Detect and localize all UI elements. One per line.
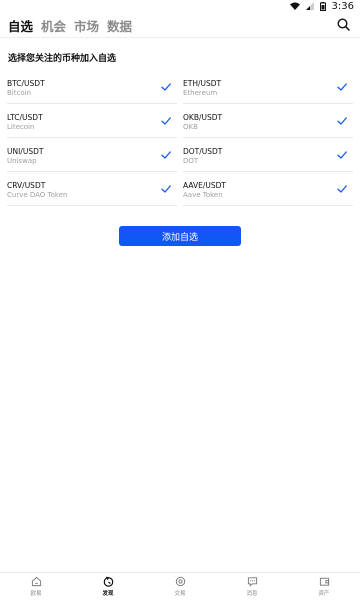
discover-icon	[103, 576, 113, 587]
nav-item-assets[interactable]: 资产	[294, 576, 354, 597]
section-title: 选择您关注的币种加入自选	[8, 54, 117, 64]
add-to-watchlist-button[interactable]: 添加自选	[119, 226, 241, 246]
tab-watchlist[interactable]: 自选	[8, 16, 33, 35]
coin-pair: LTC/USDT	[7, 113, 43, 122]
coin-name: Litecoin	[7, 123, 35, 131]
checkmark-icon[interactable]	[161, 82, 171, 92]
checkmark-icon[interactable]	[337, 150, 347, 160]
coin-name: DOT	[183, 157, 199, 165]
nav-label: 欧易	[30, 591, 42, 597]
nav-item-home[interactable]: 欧易	[6, 576, 66, 597]
wallet-icon	[319, 577, 329, 586]
nav-item-messages[interactable]: 消息	[222, 576, 282, 597]
coin-card-btc[interactable]: BTC/USDT Bitcoin	[7, 70, 177, 104]
nav-label: 消息	[246, 591, 258, 597]
search-icon	[336, 17, 350, 31]
coin-card-ltc[interactable]: LTC/USDT Litecoin	[7, 104, 177, 138]
checkmark-icon[interactable]	[161, 150, 171, 160]
nav-item-trade[interactable]: 交易	[150, 576, 210, 597]
coin-pair: BTC/USDT	[7, 79, 45, 88]
coin-name: Ethereum	[183, 89, 218, 97]
nav-label: 发现	[102, 591, 114, 597]
coin-name: Bitcoin	[7, 89, 32, 97]
checkmark-icon[interactable]	[337, 184, 347, 194]
checkmark-icon[interactable]	[161, 184, 171, 194]
tab-opportunities[interactable]: 机会	[41, 16, 66, 35]
coin-name: Curve DAO Token	[7, 191, 68, 199]
coin-name: Aave Token	[183, 191, 223, 199]
trade-icon	[175, 576, 185, 587]
message-icon	[247, 577, 257, 587]
tab-markets[interactable]: 市场	[74, 16, 99, 35]
coin-grid: BTC/USDT Bitcoin ETH/USDT Ethereum LTC/U…	[0, 70, 360, 206]
battery-icon	[319, 1, 326, 11]
checkmark-icon[interactable]	[337, 116, 347, 126]
nav-label: 交易	[174, 591, 186, 597]
coin-name: OKB	[183, 123, 198, 131]
coin-pair: AAVE/USDT	[183, 181, 226, 190]
coin-name: Uniswap	[7, 157, 37, 165]
top-tabs: 自选 机会 市场 数据	[8, 15, 132, 35]
bottom-nav: 欧易 发现 交易 消息 资产	[0, 572, 360, 600]
wifi-icon	[289, 2, 300, 10]
status-bar: 3:36	[0, 0, 360, 12]
checkmark-icon[interactable]	[161, 116, 171, 126]
coin-pair: DOT/USDT	[183, 147, 223, 156]
tab-data[interactable]: 数据	[107, 16, 132, 35]
home-icon	[31, 576, 41, 587]
nav-item-discover[interactable]: 发现	[78, 576, 138, 597]
coin-pair: CRV/USDT	[7, 181, 46, 190]
coin-card-dot[interactable]: DOT/USDT DOT	[183, 138, 353, 172]
coin-card-uni[interactable]: UNI/USDT Uniswap	[7, 138, 177, 172]
coin-card-aave[interactable]: AAVE/USDT Aave Token	[183, 172, 353, 206]
status-time: 3:36	[331, 0, 354, 12]
coin-pair: UNI/USDT	[7, 147, 44, 156]
checkmark-icon[interactable]	[337, 82, 347, 92]
tabs-divider	[0, 37, 360, 38]
search-button[interactable]	[334, 15, 352, 33]
nav-label: 资产	[318, 591, 330, 597]
coin-card-eth[interactable]: ETH/USDT Ethereum	[183, 70, 353, 104]
coin-card-crv[interactable]: CRV/USDT Curve DAO Token	[7, 172, 177, 206]
coin-card-okb[interactable]: OKB/USDT OKB	[183, 104, 353, 138]
coin-pair: OKB/USDT	[183, 113, 223, 122]
coin-pair: ETH/USDT	[183, 79, 222, 88]
signal-icon	[305, 2, 314, 10]
